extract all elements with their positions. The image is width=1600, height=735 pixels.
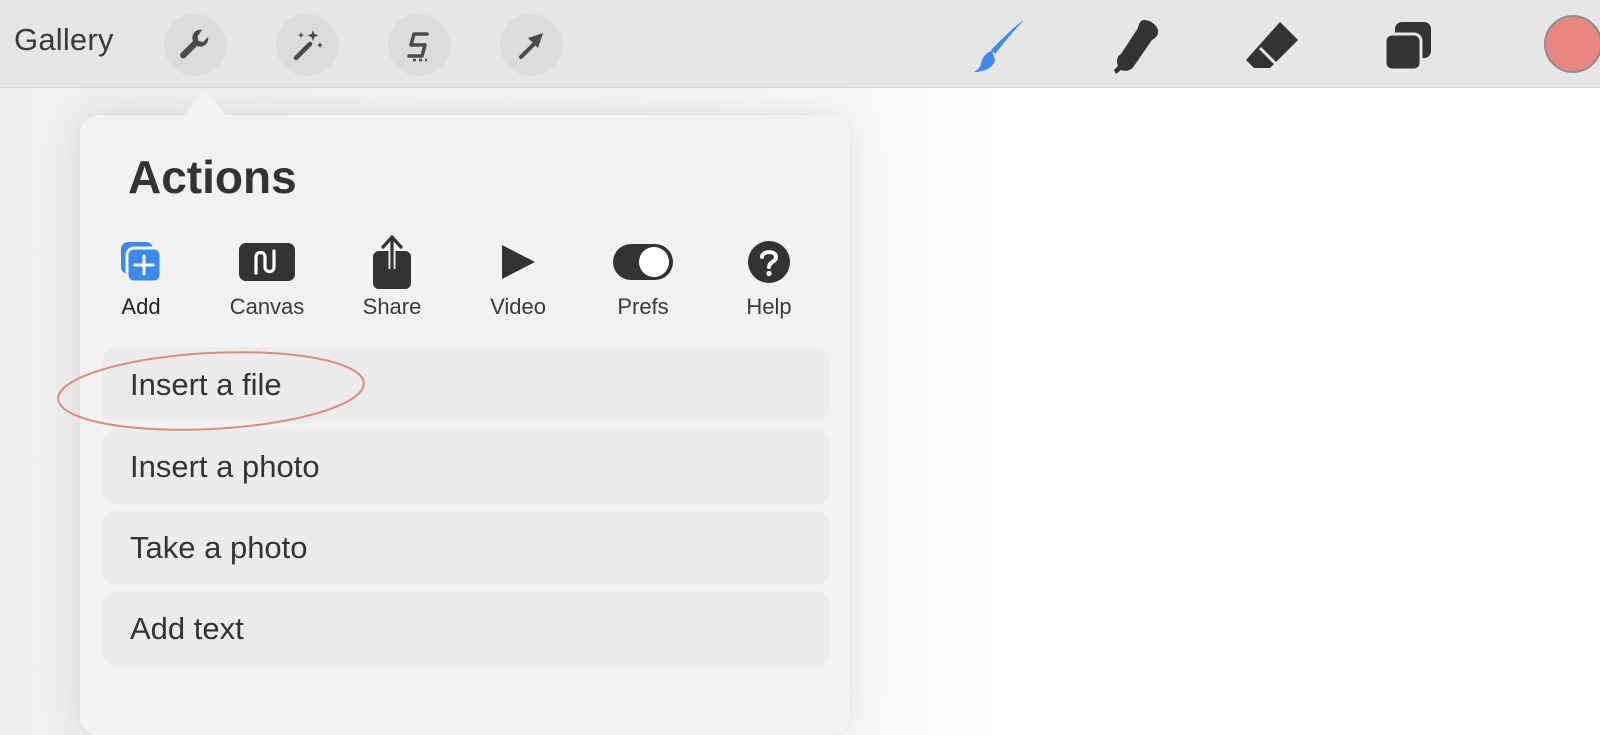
top-toolbar: Gallery [0, 0, 1600, 88]
tab-share-label: Share [362, 294, 422, 319]
insert-file-item[interactable]: Insert a file [102, 347, 830, 423]
add-text-item[interactable]: Add text [102, 591, 830, 667]
eraser-tool-button[interactable] [1240, 14, 1304, 78]
play-icon [502, 245, 535, 279]
smudge-tool-button[interactable] [1104, 14, 1168, 78]
help-icon [748, 241, 790, 283]
brush-icon [974, 20, 1024, 72]
wrench-icon [180, 29, 209, 59]
transform-tool-button[interactable] [500, 14, 562, 76]
brush-tool-button[interactable] [968, 14, 1032, 78]
move-arrow-icon [519, 33, 543, 59]
eraser-icon [1246, 22, 1298, 68]
canvas-icon [239, 243, 295, 281]
smudge-icon [1114, 20, 1159, 74]
selection-s-icon [407, 32, 429, 62]
popover-title: Actions [128, 151, 297, 203]
tab-video[interactable]: Video [463, 233, 573, 333]
tab-help[interactable]: Help [714, 233, 824, 333]
layers-button[interactable] [1375, 14, 1439, 78]
tab-share[interactable]: Share [337, 233, 447, 333]
tab-prefs-label: Prefs [617, 294, 669, 319]
layers-icon [1383, 22, 1431, 72]
toggle-icon [613, 244, 673, 280]
color-picker-swatch[interactable] [1544, 15, 1600, 73]
tab-canvas[interactable]: Canvas [212, 233, 322, 333]
tab-prefs[interactable]: Prefs [588, 233, 698, 333]
tab-canvas-label: Canvas [229, 294, 305, 319]
tab-help-label: Help [746, 294, 792, 319]
gallery-button[interactable]: Gallery [14, 22, 114, 58]
tab-video-label: Video [490, 294, 546, 319]
tab-add-label: Add [121, 294, 161, 319]
share-icon [373, 235, 411, 289]
add-image-icon [121, 242, 163, 284]
adjustments-tool-button[interactable] [276, 14, 338, 76]
insert-photo-item[interactable]: Insert a photo [102, 429, 830, 505]
selection-tool-button[interactable] [388, 14, 450, 76]
tab-add[interactable]: Add [86, 233, 196, 333]
popover-caret [183, 90, 227, 116]
magic-wand-icon [293, 30, 324, 61]
take-photo-item[interactable]: Take a photo [102, 510, 830, 586]
actions-tool-button[interactable] [164, 14, 226, 76]
actions-popover: Actions Add Canvas Share Video Prefs Hel… [80, 115, 850, 735]
